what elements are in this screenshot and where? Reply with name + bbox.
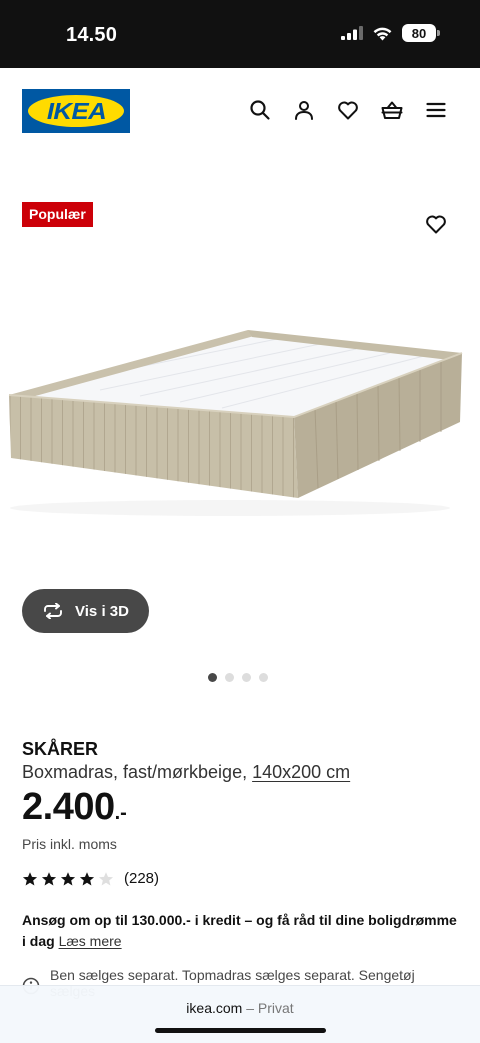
cart-icon[interactable] (380, 98, 404, 122)
credit-offer: Ansøg om op til 130.000.- i kredit – og … (22, 910, 462, 952)
popular-badge: Populær (22, 202, 93, 227)
battery-level: 80 (411, 25, 427, 41)
ikea-logo[interactable]: IKEA (22, 89, 130, 133)
private-mode-label: – Privat (246, 1000, 294, 1016)
star-filled-icon (41, 871, 57, 886)
rotate-3d-icon (44, 603, 62, 619)
gallery-dot-3[interactable] (242, 673, 251, 682)
header-actions (248, 98, 448, 122)
gallery-pagination (208, 673, 268, 682)
status-time: 14.50 (66, 24, 118, 46)
menu-icon[interactable] (424, 98, 448, 122)
status-icons: 80 (341, 24, 440, 42)
wifi-icon (373, 27, 392, 40)
header-divider (18, 150, 462, 160)
browser-url[interactable]: ikea.com – Privat (0, 1000, 480, 1016)
battery-indicator: 80 (402, 24, 440, 42)
add-to-favorites-icon[interactable] (424, 212, 448, 236)
status-bar: 14.50 80 (0, 0, 480, 68)
favorites-icon[interactable] (336, 98, 360, 122)
account-icon[interactable] (292, 98, 316, 122)
product-type: Boxmadras, fast/mørkbeige, (22, 762, 248, 782)
gallery-dot-4[interactable] (259, 673, 268, 682)
url-domain: ikea.com (186, 1000, 243, 1016)
logo-oval: IKEA (28, 95, 124, 127)
star-filled-icon (22, 871, 38, 886)
read-more-link[interactable]: Læs mere (59, 933, 122, 949)
home-indicator[interactable] (155, 1028, 326, 1033)
product-image[interactable] (0, 250, 480, 590)
rating-stars (22, 871, 114, 887)
view-in-3d-label: Vis i 3D (75, 602, 129, 620)
logo-text: IKEA (46, 97, 106, 124)
product-size-link[interactable]: 140x200 cm (252, 762, 350, 782)
search-icon[interactable] (248, 98, 272, 122)
star-empty-icon (98, 871, 114, 886)
gallery-dot-1[interactable] (208, 673, 217, 682)
view-in-3d-button[interactable]: Vis i 3D (22, 589, 149, 633)
price-suffix: .- (114, 802, 127, 824)
vat-note: Pris inkl. moms (22, 836, 117, 852)
product-description: Boxmadras, fast/mørkbeige, 140x200 cm (22, 762, 350, 783)
gallery-dot-2[interactable] (225, 673, 234, 682)
signal-icon (341, 26, 363, 40)
product-rating[interactable]: (228) (22, 870, 159, 887)
rating-count: (228) (124, 870, 160, 887)
star-filled-icon (60, 871, 76, 886)
product-price: 2.400.- (22, 786, 127, 829)
price-amount: 2.400 (22, 786, 115, 828)
star-filled-icon (79, 871, 95, 886)
product-name: SKÅRER (22, 739, 99, 759)
